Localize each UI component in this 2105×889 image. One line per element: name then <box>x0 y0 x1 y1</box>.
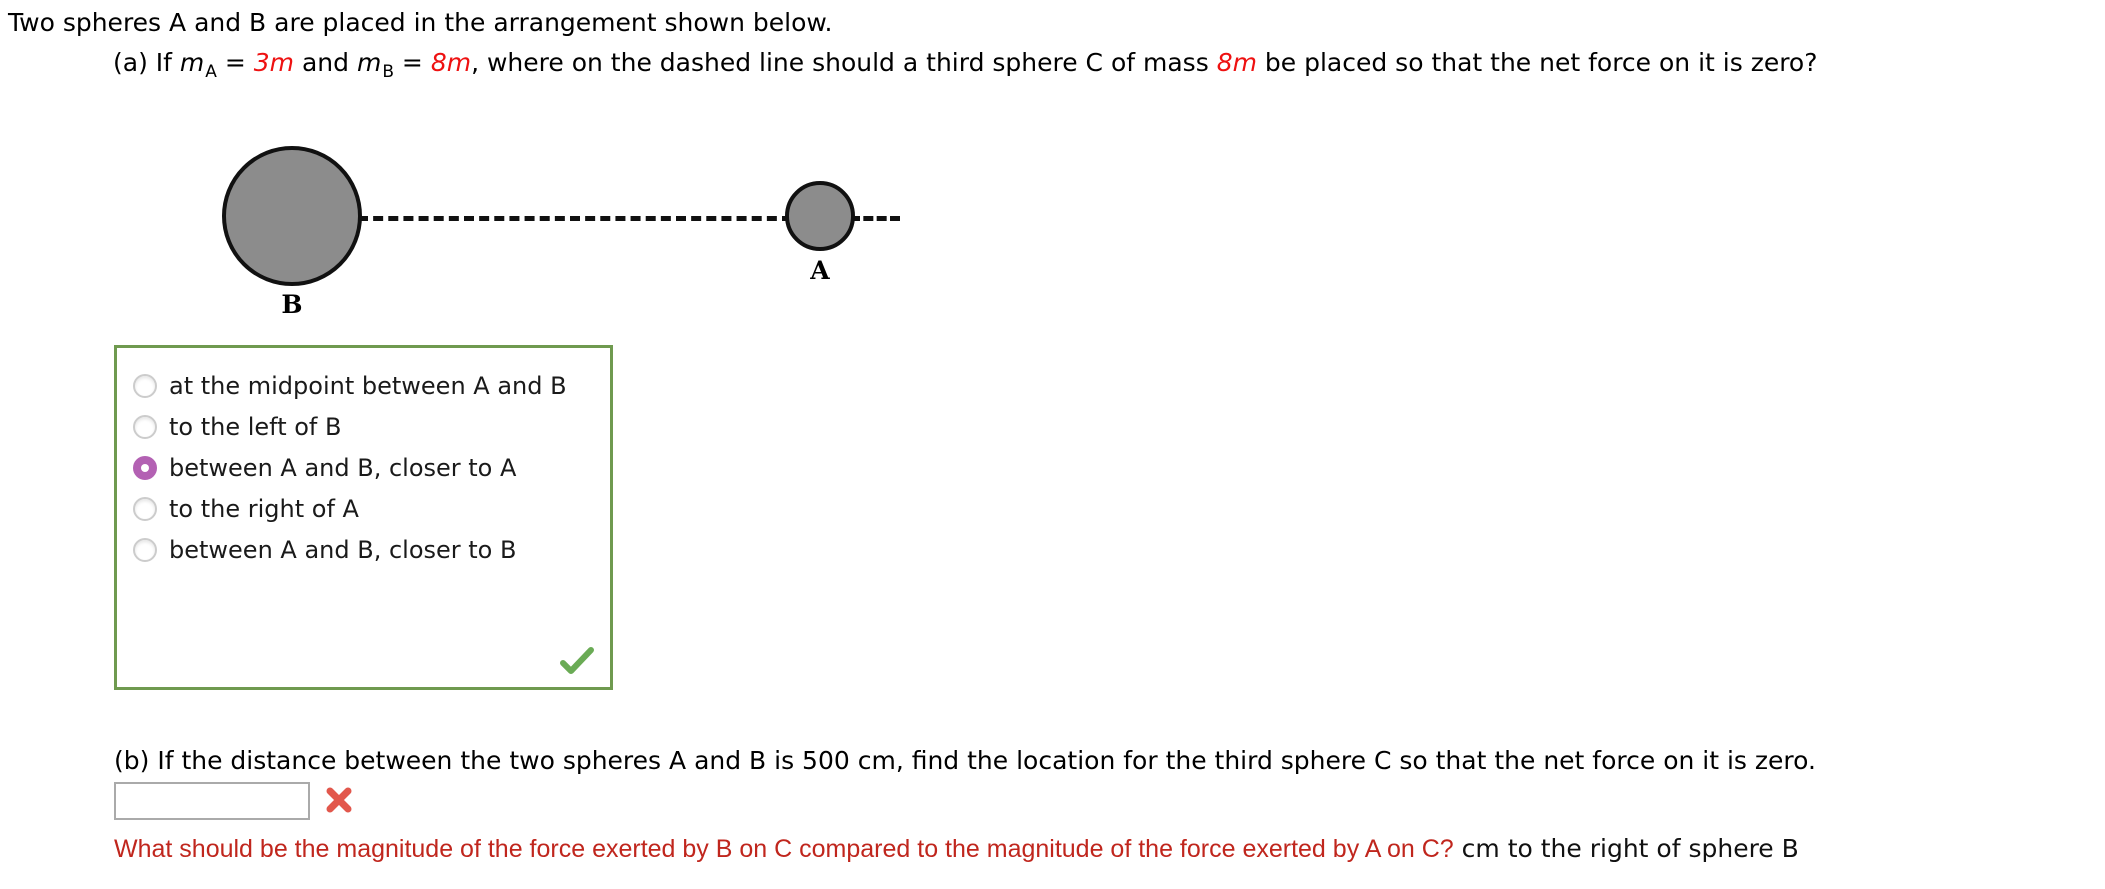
mass-a-symbol: m <box>179 48 205 77</box>
mass-b-symbol: m <box>356 48 382 77</box>
x-mark-icon <box>326 787 352 813</box>
conjunction-and: and <box>294 48 357 77</box>
feedback-suffix: cm to the right of sphere B <box>1453 834 1799 863</box>
answer-choices-box: at the midpoint between A and B to the l… <box>114 345 613 690</box>
sphere-b <box>222 146 362 286</box>
part-a-prefix: (a) If <box>113 48 180 77</box>
feedback-text: What should be the magnitude of the forc… <box>114 834 1799 864</box>
dashed-line-right <box>850 216 900 221</box>
choice-row-4[interactable]: between A and B, closer to B <box>133 534 516 566</box>
part-a-question-middle: , where on the dashed line should a thir… <box>471 48 1217 77</box>
sphere-b-label: B <box>281 290 303 319</box>
equals-sign-2: = <box>393 48 431 77</box>
equals-sign-1: = <box>216 48 254 77</box>
choice-label-3[interactable]: to the right of A <box>169 495 359 523</box>
part-a-question-end: be placed so that the net force on it is… <box>1256 48 1818 77</box>
radio-button-3[interactable] <box>133 497 157 521</box>
check-mark-icon <box>560 647 594 674</box>
radio-button-4[interactable] <box>133 538 157 562</box>
choice-label-1[interactable]: to the left of B <box>169 413 341 441</box>
spheres-diagram: B A <box>210 130 930 320</box>
intro-text: Two spheres A and B are placed in the ar… <box>8 8 833 37</box>
dashed-line-middle <box>358 216 792 221</box>
radio-button-1[interactable] <box>133 415 157 439</box>
feedback-question: What should be the magnitude of the forc… <box>114 835 1454 863</box>
mass-b-subscript: B <box>382 62 394 83</box>
choice-label-0[interactable]: at the midpoint between A and B <box>169 372 567 400</box>
mass-a-subscript: A <box>205 62 217 83</box>
part-b-question: (b) If the distance between the two sphe… <box>114 746 1816 775</box>
choice-label-4[interactable]: between A and B, closer to B <box>169 536 516 564</box>
choice-row-3[interactable]: to the right of A <box>133 493 359 525</box>
sphere-a <box>785 181 855 251</box>
choice-label-2[interactable]: between A and B, closer to A <box>169 454 516 482</box>
answer-input[interactable] <box>114 782 310 820</box>
radio-button-2[interactable] <box>133 456 157 480</box>
mass-a-value: 3m <box>253 48 295 77</box>
choice-row-1[interactable]: to the left of B <box>133 411 341 443</box>
part-a-question: (a) If mA = 3m and mB = 8m, where on the… <box>113 48 1818 87</box>
mass-b-value: 8m <box>430 48 472 77</box>
choice-row-2[interactable]: between A and B, closer to A <box>133 452 516 484</box>
mass-c-value: 8m <box>1216 48 1257 77</box>
sphere-a-label: A <box>810 256 830 285</box>
choice-row-0[interactable]: at the midpoint between A and B <box>133 370 567 402</box>
radio-button-0[interactable] <box>133 374 157 398</box>
